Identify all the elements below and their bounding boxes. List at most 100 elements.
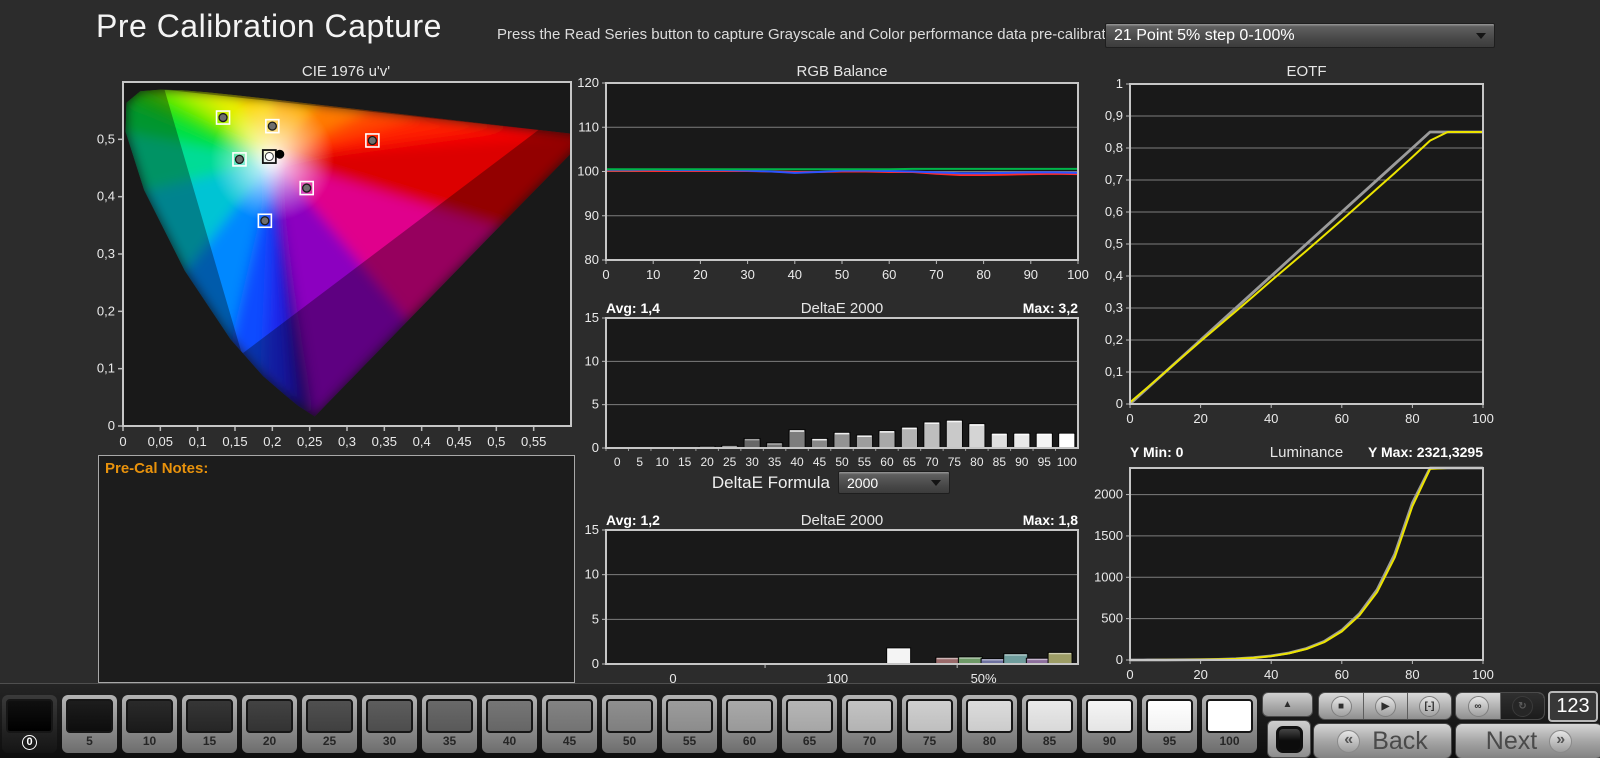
grayscale-patch-30[interactable]: 30 [362,695,417,753]
svg-text:120: 120 [577,75,599,90]
svg-text:10: 10 [585,353,599,368]
collapse-pattern-bar-button[interactable]: ▲ [1262,692,1313,717]
read-continuous-button[interactable]: ∞ [1456,693,1500,719]
svg-text:60: 60 [882,267,896,282]
grayscale-patch-50[interactable]: 50 [602,695,657,753]
svg-text:10: 10 [585,567,599,582]
pattern-window-icon [1276,726,1303,753]
svg-text:60: 60 [880,455,894,468]
grayscale-patch-60[interactable]: 60 [722,695,777,753]
pre-cal-notes-panel[interactable]: Pre-Cal Notes: [98,455,575,683]
grayscale-patch-25[interactable]: 25 [302,695,357,753]
svg-text:80: 80 [1405,667,1419,682]
svg-text:15: 15 [585,310,599,325]
grayscale-patch-35[interactable]: 35 [422,695,477,753]
patch-swatch [366,699,413,733]
svg-text:1: 1 [1116,76,1123,91]
svg-text:20: 20 [700,455,714,468]
grayscale-patch-40[interactable]: 40 [482,695,537,753]
svg-text:5: 5 [636,455,643,468]
svg-text:100: 100 [1057,455,1077,468]
svg-text:5: 5 [592,397,599,412]
svg-text:0: 0 [1116,652,1123,667]
grayscale-patch-70[interactable]: 70 [842,695,897,753]
svg-text:0: 0 [1126,411,1133,426]
back-label: Back [1372,727,1428,756]
svg-text:500: 500 [1101,611,1123,626]
svg-text:0,5: 0,5 [1105,236,1123,251]
patch-swatch [1086,699,1133,733]
patch-swatch [66,699,113,733]
svg-text:0,3: 0,3 [338,434,356,449]
transport-group-2: ∞↻ [1455,692,1545,720]
patch-swatch [246,699,293,733]
svg-text:50: 50 [835,267,849,282]
grayscale-patch-75[interactable]: 75 [902,695,957,753]
patch-swatch [6,699,53,733]
svg-text:15: 15 [678,455,692,468]
deltae-formula-label: DeltaE Formula [606,473,830,493]
grayscale-patch-15[interactable]: 15 [182,695,237,753]
grayscale-patch-95[interactable]: 95 [1142,695,1197,753]
patch-label: 5 [66,734,113,748]
svg-text:0,4: 0,4 [97,189,115,204]
grayscale-patch-5[interactable]: 5 [62,695,117,753]
svg-text:50: 50 [835,455,849,468]
grayscale-patch-100[interactable]: 100 [1202,695,1257,753]
transport-group-1: ■ ▶ [-] [1318,692,1452,720]
svg-text:2000: 2000 [1094,487,1123,502]
grayscale-patch-80[interactable]: 80 [962,695,1017,753]
patch-swatch [726,699,773,733]
svg-text:80: 80 [1405,411,1419,426]
back-button[interactable]: « Back [1313,723,1452,758]
page-title: Pre Calibration Capture [96,8,442,45]
svg-text:30: 30 [745,455,759,468]
grayscale-patch-55[interactable]: 55 [662,695,717,753]
patch-label: 60 [726,734,773,748]
svg-text:70: 70 [929,267,943,282]
grayscale-patch-20[interactable]: 20 [242,695,297,753]
deltae-formula-dropdown[interactable]: 2000 [838,471,950,494]
svg-text:30: 30 [740,267,754,282]
back-chevron-icon: « [1337,730,1360,753]
grayscale-patch-85[interactable]: 85 [1022,695,1077,753]
deltae-grayscale-chart: 0510150510152025303540455055606570758085… [566,304,1100,473]
svg-text:85: 85 [993,455,1007,468]
stop-button[interactable]: ■ [1319,693,1363,719]
svg-text:0,7: 0,7 [1105,172,1123,187]
read-interval-icon: [-] [1419,696,1440,717]
patch-label: 40 [486,734,533,748]
patch-swatch [1146,699,1193,733]
grayscale-patch-0[interactable]: 0 [2,695,57,753]
read-series-icon: ▶ [1375,696,1396,717]
patch-label: 55 [666,734,713,748]
patch-swatch [666,699,713,733]
point-series-dropdown[interactable]: 21 Point 5% step 0-100% [1105,23,1495,48]
grayscale-patch-90[interactable]: 90 [1082,695,1137,753]
svg-text:0: 0 [602,267,609,282]
next-button[interactable]: Next » [1455,723,1600,758]
measurement-counter: 123 [1548,691,1598,722]
svg-text:15: 15 [585,522,599,537]
svg-text:1500: 1500 [1094,528,1123,543]
patch-swatch [486,699,533,733]
read-interval-button[interactable]: [-] [1407,693,1451,719]
svg-text:40: 40 [1264,667,1278,682]
grayscale-patch-10[interactable]: 10 [122,695,177,753]
read-series-button[interactable]: ▶ [1363,693,1407,719]
patch-label: 50 [606,734,653,748]
svg-text:80: 80 [585,252,599,267]
sync-button[interactable]: ↻ [1500,693,1544,719]
patch-label: 25 [306,734,353,748]
svg-text:0,35: 0,35 [372,434,397,449]
svg-text:0,2: 0,2 [1105,332,1123,347]
patch-label: 0 [6,734,53,750]
pattern-window-button[interactable] [1267,720,1311,758]
svg-text:75: 75 [948,455,962,468]
svg-text:0,55: 0,55 [521,434,546,449]
svg-text:0,8: 0,8 [1105,140,1123,155]
grayscale-patch-45[interactable]: 45 [542,695,597,753]
patch-label: 45 [546,734,593,748]
grayscale-patch-65[interactable]: 65 [782,695,837,753]
svg-text:95: 95 [1038,455,1052,468]
